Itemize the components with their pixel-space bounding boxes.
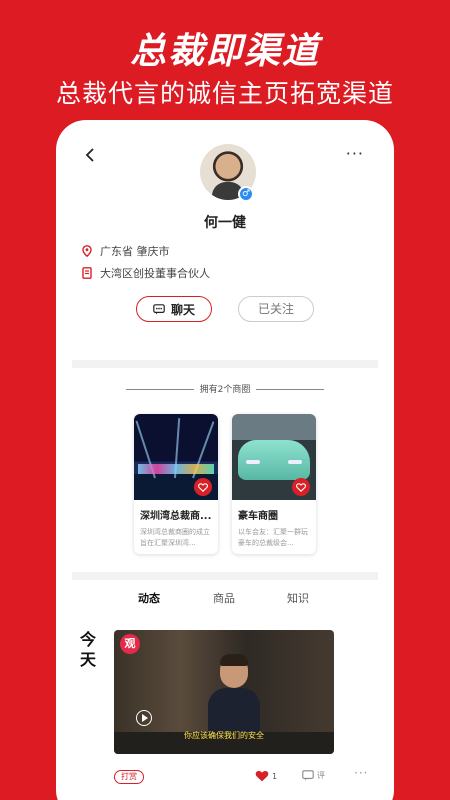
circles-header: 拥有2个商圈 bbox=[72, 382, 378, 395]
feed-card: 动态 商品 知识 今天 观 你应该确保我们的安全 打赏 1 评 ··· bbox=[72, 580, 378, 792]
followed-button[interactable]: 已关注 bbox=[238, 296, 314, 322]
chat-button[interactable]: 聊天 bbox=[136, 296, 212, 322]
circle-card-luxury-cars[interactable]: 豪车商圈 以车会友：汇聚一群玩豪车的总裁级会... bbox=[232, 414, 316, 554]
circle-card-shenzhen[interactable]: 深圳湾总裁商... 深圳湾总裁商圈的成立旨在汇聚深圳湾... bbox=[134, 414, 218, 554]
speaker-hair bbox=[220, 654, 248, 666]
chat-label: 聊天 bbox=[170, 302, 195, 317]
circle-name: 豪车商圈 bbox=[238, 511, 278, 522]
phone-frame: ··· ♂ 何一健 广东省 肇庆市 大湾区创投董事合伙人 聊天 已关注 拥有2个… bbox=[56, 120, 394, 800]
chat-bubble-icon bbox=[153, 303, 165, 314]
heart-badge-icon bbox=[292, 478, 310, 496]
app-screen: ··· ♂ 何一健 广东省 肇庆市 大湾区创投董事合伙人 聊天 已关注 拥有2个… bbox=[72, 138, 378, 792]
circles-count-text: 拥有2个商圈 bbox=[199, 385, 251, 395]
circle-image-car bbox=[232, 414, 316, 500]
video-source-logo-icon: 观 bbox=[120, 634, 140, 654]
title-text: 大湾区创投董事合伙人 bbox=[100, 267, 210, 280]
video-thumbnail[interactable]: 观 你应该确保我们的安全 bbox=[114, 630, 334, 754]
profile-card: ··· ♂ 何一健 广东省 肇庆市 大湾区创投董事合伙人 聊天 已关注 bbox=[72, 138, 378, 360]
circle-description: 以车会友：汇聚一群玩豪车的总裁级会... bbox=[238, 528, 308, 547]
date-label: 今天 bbox=[80, 630, 97, 669]
city-lights bbox=[138, 464, 214, 474]
chevron-left-icon[interactable] bbox=[82, 146, 100, 164]
divider-right bbox=[256, 389, 325, 390]
feed-more-icon[interactable]: ··· bbox=[354, 766, 368, 780]
document-icon bbox=[82, 267, 92, 279]
title-row: 大湾区创投董事合伙人 bbox=[82, 264, 210, 282]
play-icon[interactable] bbox=[136, 710, 152, 726]
more-options-icon[interactable]: ··· bbox=[346, 144, 364, 163]
tab-products[interactable]: 商品 bbox=[213, 590, 235, 606]
location-row: 广东省 肇庆市 bbox=[82, 242, 170, 260]
comment-icon bbox=[302, 770, 314, 781]
male-gender-icon: ♂ bbox=[238, 186, 254, 202]
heart-badge-icon bbox=[194, 478, 212, 496]
location-pin-icon bbox=[82, 245, 92, 257]
tab-knowledge[interactable]: 知识 bbox=[287, 590, 309, 606]
like-count: 1 bbox=[272, 771, 278, 781]
circle-description: 深圳湾总裁商圈的成立旨在汇聚深圳湾... bbox=[140, 528, 210, 547]
car-headlight bbox=[246, 460, 260, 464]
hero-subtitle: 总裁代言的诚信主页拓宽渠道 bbox=[55, 79, 394, 108]
comment-label: 评 bbox=[317, 771, 325, 780]
location-text: 广东省 肇庆市 bbox=[100, 245, 170, 258]
divider-left bbox=[125, 389, 194, 390]
video-subtitle: 你应该确保我们的安全 bbox=[184, 731, 264, 740]
heart-icon bbox=[255, 770, 269, 782]
profile-name: 何一健 bbox=[204, 215, 246, 231]
tab-dynamics[interactable]: 动态 bbox=[138, 590, 160, 606]
hero-title: 总裁即渠道 bbox=[129, 31, 320, 72]
circle-name: 深圳湾总裁商... bbox=[140, 511, 212, 522]
circle-image-city-night bbox=[134, 414, 218, 500]
circles-card: 拥有2个商圈 深圳湾总裁商... 深圳湾总裁商圈的成立旨在汇聚深圳湾... 豪车… bbox=[72, 368, 378, 572]
comment-button[interactable]: 评 bbox=[302, 770, 325, 781]
like-button[interactable]: 1 bbox=[255, 770, 277, 782]
reward-button[interactable]: 打赏 bbox=[114, 770, 144, 784]
car-headlight bbox=[288, 460, 302, 464]
